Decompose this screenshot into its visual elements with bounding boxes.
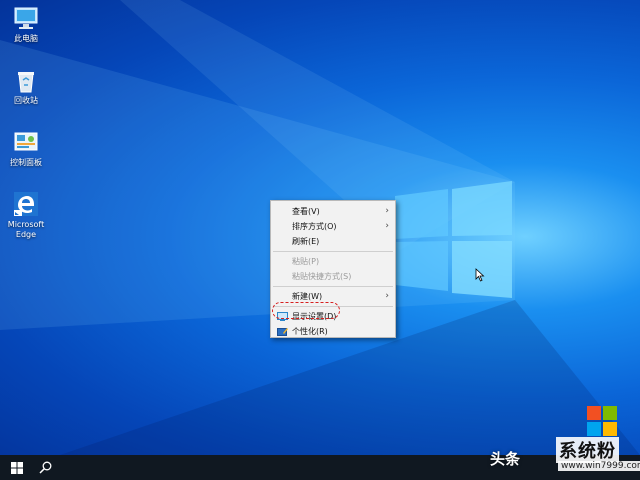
- menu-separator: [273, 286, 393, 287]
- desktop-icon-label: 此电脑: [14, 34, 38, 43]
- personalize-icon: [277, 328, 288, 336]
- menu-separator: [273, 251, 393, 252]
- desktop-icon-label: 回收站: [14, 96, 38, 105]
- desktop[interactable]: 此电脑 回收站 控制面板 Microsoft Edge 查看(V) › 排序方式…: [0, 0, 640, 455]
- menu-item-label: 刷新(E): [292, 237, 320, 246]
- menu-item-paste-shortcut: 粘贴快捷方式(S): [271, 269, 395, 284]
- highlight-annotation: [272, 302, 340, 319]
- watermark-site-name: 系统粉: [556, 437, 619, 463]
- desktop-icon-this-pc[interactable]: 此电脑: [0, 6, 52, 44]
- submenu-arrow-icon: ›: [385, 206, 389, 216]
- submenu-arrow-icon: ›: [385, 221, 389, 231]
- edge-icon: [14, 192, 38, 216]
- windows-start-icon[interactable]: [11, 462, 23, 474]
- desktop-icon-control-panel[interactable]: 控制面板: [0, 130, 52, 168]
- menu-item-label: 粘贴(P): [292, 257, 320, 266]
- win-logo-pane-tr: [452, 181, 512, 236]
- submenu-arrow-icon: ›: [385, 291, 389, 301]
- microsoft-logo-icon: [587, 406, 617, 436]
- desktop-icon-edge[interactable]: Microsoft Edge: [0, 190, 52, 240]
- search-icon[interactable]: [39, 461, 52, 474]
- desktop-context-menu: 查看(V) › 排序方式(O) › 刷新(E) 粘贴(P) 粘贴快捷方式(S) …: [270, 200, 396, 338]
- menu-item-paste: 粘贴(P): [271, 254, 395, 269]
- mouse-cursor-icon: [475, 268, 485, 282]
- menu-item-label: 个性化(R): [292, 327, 328, 336]
- menu-item-label: 粘贴快捷方式(S): [292, 272, 352, 281]
- control-panel-icon: [14, 132, 38, 151]
- watermark: 头条 系统粉 www.win7999.com: [486, 400, 640, 480]
- desktop-icon-label: 控制面板: [10, 158, 42, 167]
- menu-item-personalize[interactable]: 个性化(R): [271, 324, 395, 339]
- menu-item-label: 新建(W): [292, 292, 323, 301]
- menu-item-sort-by[interactable]: 排序方式(O) ›: [271, 219, 395, 234]
- desktop-icon-label: Microsoft Edge: [7, 220, 45, 239]
- watermark-site-url: www.win7999.com: [558, 461, 640, 471]
- desktop-icon-recycle-bin[interactable]: 回收站: [0, 68, 52, 106]
- menu-item-label: 排序方式(O): [292, 222, 337, 231]
- win-logo-pane-tl: [395, 189, 448, 239]
- menu-item-label: 查看(V): [292, 207, 320, 216]
- watermark-toutiao-text: 头条: [490, 450, 521, 468]
- menu-item-view[interactable]: 查看(V) ›: [271, 204, 395, 219]
- recycle-bin-icon: [18, 72, 34, 93]
- win-logo-pane-bl: [395, 241, 448, 291]
- menu-item-refresh[interactable]: 刷新(E): [271, 234, 395, 249]
- this-pc-icon: [14, 7, 38, 29]
